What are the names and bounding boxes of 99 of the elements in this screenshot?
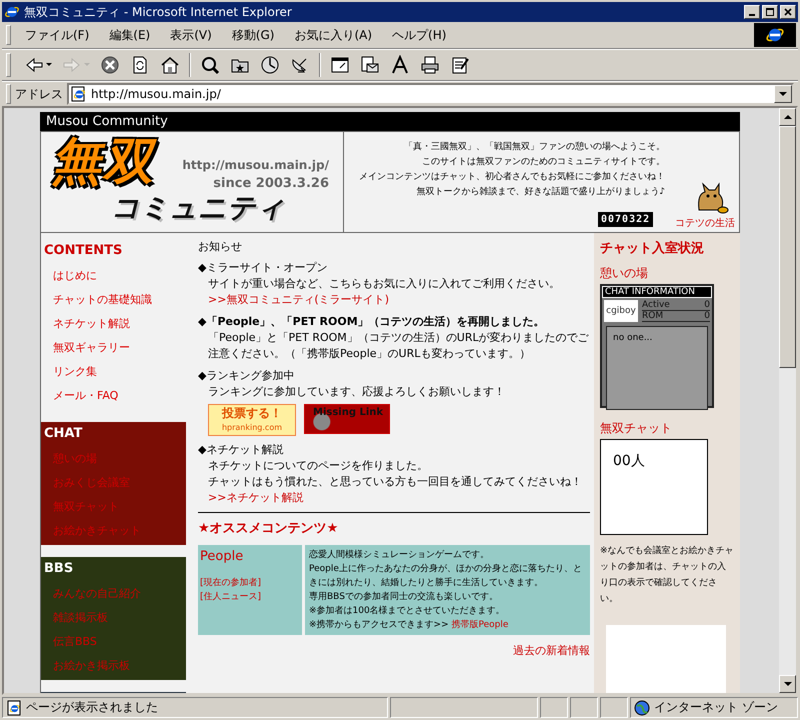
description-text: ※参加者は100名様までとさせていただきます。 bbox=[309, 604, 506, 618]
member-count: 00人 bbox=[613, 453, 645, 469]
stat-value: 0 bbox=[704, 300, 710, 310]
menu-item[interactable]: お気に入り(A) bbox=[286, 24, 380, 46]
search-icon bbox=[200, 55, 220, 75]
menu-item[interactable]: ファイル(F) bbox=[17, 24, 98, 46]
news-text: ネチケットについてのページを作りました。 bbox=[207, 458, 429, 474]
status-panel bbox=[570, 697, 598, 718]
dropdown-button[interactable] bbox=[774, 85, 792, 103]
content-title-link[interactable]: People bbox=[200, 549, 300, 564]
window-icon bbox=[330, 55, 350, 75]
scrollbar[interactable] bbox=[779, 108, 796, 693]
left-arrow-icon bbox=[24, 55, 44, 75]
widget-title: CHAT INFORMATION bbox=[602, 286, 712, 298]
description-text: ※携帯からもアクセスできます>> 携帯版People bbox=[309, 618, 510, 632]
stat-label: ROM bbox=[642, 311, 664, 321]
letter-icon bbox=[390, 55, 410, 75]
notepad-pencil-icon bbox=[450, 55, 470, 75]
section-heading: CONTENTS bbox=[43, 243, 124, 260]
ranking-banner[interactable]: Missing Link bbox=[304, 404, 390, 434]
sidebar-link[interactable]: 無双ギャラリー bbox=[41, 336, 186, 360]
visitor-counter: 0070322 bbox=[598, 212, 654, 227]
content-link[interactable]: [住人ニュース] bbox=[200, 590, 300, 604]
scroll-down-icon bbox=[784, 682, 792, 686]
maximize-button[interactable] bbox=[762, 5, 778, 19]
caret-icon bbox=[779, 92, 787, 96]
menu-item[interactable]: ヘルプ(H) bbox=[384, 24, 454, 46]
chat-room-link[interactable]: 無双チャット bbox=[600, 420, 734, 437]
sidebar-link[interactable]: はじめに bbox=[41, 264, 186, 288]
clock-icon bbox=[260, 55, 280, 75]
mobile-link[interactable]: 携帯版People bbox=[451, 620, 508, 630]
menu-item[interactable]: 編集(E) bbox=[101, 24, 158, 46]
news-text: ランキングに参加しています、応援よろしくお願いします！ bbox=[207, 384, 506, 400]
window-title: 無双コミュニティ - Microsoft Internet Explorer bbox=[24, 4, 293, 20]
members-text: no one... bbox=[613, 333, 652, 343]
news-heading: お知らせ bbox=[198, 239, 243, 254]
status-panel bbox=[540, 697, 568, 718]
news-text: チャットはもう慣れた、と思っている方も一回目を通してみてくださいね！ bbox=[207, 474, 583, 490]
page-icon bbox=[6, 700, 22, 716]
news-text: 「People」と「PET ROOM」（コテツの生活）のURLが変わりましたのでご注意ください。（「携帯版People」のURLも変わっています。） bbox=[207, 330, 590, 362]
site-name-bar: Musou Community bbox=[40, 112, 740, 131]
news-title: ◆ミラーサイト・オープン bbox=[198, 260, 328, 276]
minimize-icon bbox=[749, 14, 755, 16]
maximize-icon bbox=[765, 7, 775, 17]
brand-logo: cgiboy bbox=[604, 300, 638, 322]
intro-text: このサイトは無双ファンのためのコミュニティサイトです。 bbox=[421, 156, 665, 169]
status-panel bbox=[600, 697, 628, 718]
close-icon bbox=[783, 7, 793, 17]
stop-icon bbox=[100, 55, 120, 75]
sidebar-link[interactable]: ネチケット解説 bbox=[41, 312, 186, 336]
recommend-heading: ★オススメコンテンツ★ bbox=[198, 520, 340, 537]
address-field[interactable]: http://musou.main.jp/ bbox=[67, 83, 794, 105]
logo-subtitle: コミュニティ bbox=[111, 194, 285, 222]
vote-banner[interactable]: 投票する！ hpranking.com bbox=[208, 404, 296, 436]
news-title: ◆「People」、「PET ROOM」（コテツの生活）を再開しました。 bbox=[198, 314, 546, 330]
right-arrow-icon bbox=[62, 55, 82, 75]
home-icon bbox=[160, 55, 180, 75]
address-label: アドレス bbox=[15, 86, 63, 102]
content-link[interactable]: [現在の参加者] bbox=[200, 576, 300, 590]
scroll-up-icon bbox=[784, 114, 792, 120]
intro-text: メインコンテンツはチャット、初心者さんでもお気軽にご参加くださいね！ bbox=[358, 170, 665, 184]
news-link[interactable]: >>無双コミュニティ(ミラーサイト) bbox=[198, 292, 390, 308]
menu-item[interactable]: 移動(G) bbox=[224, 24, 282, 46]
sidebar-link[interactable]: メール・FAQ bbox=[41, 384, 186, 408]
intro-text: 無双トークから雑談まで、好きな話題で盛り上がりましょう♪ bbox=[415, 186, 665, 199]
logo-title: 無双 bbox=[51, 136, 155, 186]
news-title: ◆ネチケット解説 bbox=[198, 442, 284, 458]
page-icon bbox=[71, 86, 87, 102]
sidebar-link[interactable]: チャットの基礎知識 bbox=[41, 288, 186, 312]
logo-url: http://musou.main.jp/ bbox=[182, 158, 329, 172]
section-heading: CHAT bbox=[43, 426, 84, 443]
minimize-button[interactable] bbox=[744, 5, 760, 19]
since-date: since 2003.3.26 bbox=[213, 176, 329, 191]
description-text: People上に作ったあなたの分身が、ほかの分身と恋に落ちたり、ときには別れたり、結婚したりと勝手に生活していきます。 bbox=[309, 562, 583, 590]
browser-icon bbox=[4, 4, 20, 20]
description-text: 専用BBSでの参加者同士の交流も楽しいです。 bbox=[309, 590, 499, 604]
status-text: ページが表示されました bbox=[26, 699, 158, 716]
pet-page-link[interactable]: コテツの生活 bbox=[675, 216, 735, 231]
envelope-icon bbox=[360, 55, 380, 75]
close-button[interactable] bbox=[780, 5, 796, 19]
section-heading: BBS bbox=[43, 561, 74, 578]
chat-room-link[interactable]: 憩いの場 bbox=[600, 265, 734, 282]
menu-item[interactable]: 表示(V) bbox=[162, 24, 220, 46]
news-text: サイトが重い場合など、こちらもお気に入りに入れてご利用ください。 bbox=[207, 276, 561, 292]
stat-value: 0 bbox=[704, 311, 710, 321]
intro-text: 「真・三國無双」、「戦国無双」ファンの憩いの場へようこそ。 bbox=[403, 140, 665, 154]
note-text: ※なんでも会議室とお絵かきチャットの参加者は、チャットの入り口の表示で確認してください。 bbox=[600, 544, 734, 606]
browser-logo bbox=[754, 23, 796, 47]
news-title: ◆ランキング参加中 bbox=[198, 368, 296, 384]
caret-icon bbox=[46, 63, 52, 67]
printer-icon bbox=[420, 55, 440, 75]
globe-icon bbox=[634, 700, 650, 716]
description-text: 恋愛人間模様シミュレーションゲームです。 bbox=[309, 548, 490, 562]
sidebar-link[interactable]: リンク集 bbox=[41, 360, 186, 384]
stat-label: Active bbox=[642, 300, 670, 310]
zone-text: インターネット ゾーン bbox=[654, 699, 778, 716]
news-link[interactable]: >>ネチケット解説 bbox=[198, 490, 304, 506]
chat-status-heading: チャット入室状況 bbox=[600, 240, 705, 257]
past-news-link[interactable]: 過去の新着情報 bbox=[513, 644, 590, 657]
